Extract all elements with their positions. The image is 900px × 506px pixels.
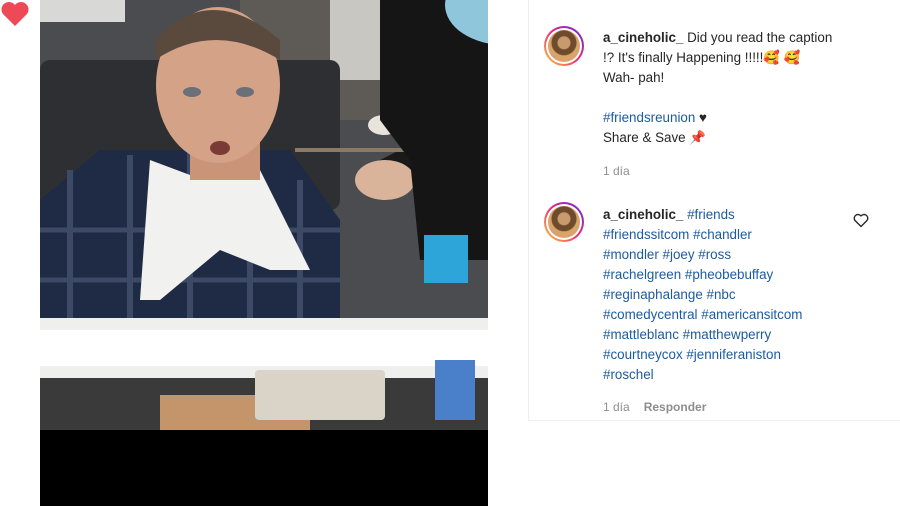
hashtag-link[interactable]: #reginaphalange #nbc: [603, 287, 736, 302]
comment-username[interactable]: a_cineholic_: [603, 207, 683, 222]
reply-button[interactable]: Responder: [644, 400, 707, 414]
hashtag-link[interactable]: #friends: [683, 207, 735, 222]
comment-username[interactable]: a_cineholic_: [603, 30, 683, 45]
avatar[interactable]: [544, 202, 584, 242]
comment-text: a_cineholic_ Did you read the caption !?…: [603, 28, 853, 148]
comment-meta: 1 día: [603, 164, 644, 178]
heart-filled-icon[interactable]: [0, 0, 30, 28]
comment-timestamp[interactable]: 1 día: [603, 400, 630, 414]
hashtag-link[interactable]: #mattleblanc #matthewperry: [603, 327, 771, 342]
comment-text-line: Share & Save 📌: [603, 130, 707, 145]
hashtag-link[interactable]: #roschel: [603, 367, 654, 382]
comment-text-line: Did you read the caption: [683, 30, 833, 45]
hashtag-link[interactable]: #courtneycox #jenniferaniston: [603, 347, 781, 362]
photo-illustration: [40, 0, 488, 430]
comment-text: a_cineholic_ #friends #friendssitcom #ch…: [603, 205, 853, 385]
comments-panel: a_cineholic_ Did you read the caption !?…: [528, 0, 900, 421]
hashtag-link[interactable]: #comedycentral #americansitcom: [603, 307, 802, 322]
hashtag-link[interactable]: #friendsreunion: [603, 110, 695, 125]
avatar[interactable]: [544, 26, 584, 66]
hashtag-link[interactable]: #mondler #joey #ross: [603, 247, 731, 262]
comment-timestamp[interactable]: 1 día: [603, 164, 630, 178]
post-photo[interactable]: [40, 0, 488, 430]
like-comment-icon[interactable]: [853, 213, 869, 228]
post-action-bar: [40, 430, 488, 506]
comment-meta: 1 día Responder: [603, 400, 720, 414]
comment-text-line: Wah- pah!: [603, 70, 665, 85]
comment-text-line: !? It's finally Happening !!!!!🥰 🥰: [603, 50, 801, 65]
heart-emoji: ♥: [695, 110, 707, 125]
hashtag-link[interactable]: #rachelgreen #pheobebuffay: [603, 267, 773, 282]
hashtag-link[interactable]: #friendssitcom #chandler: [603, 227, 752, 242]
